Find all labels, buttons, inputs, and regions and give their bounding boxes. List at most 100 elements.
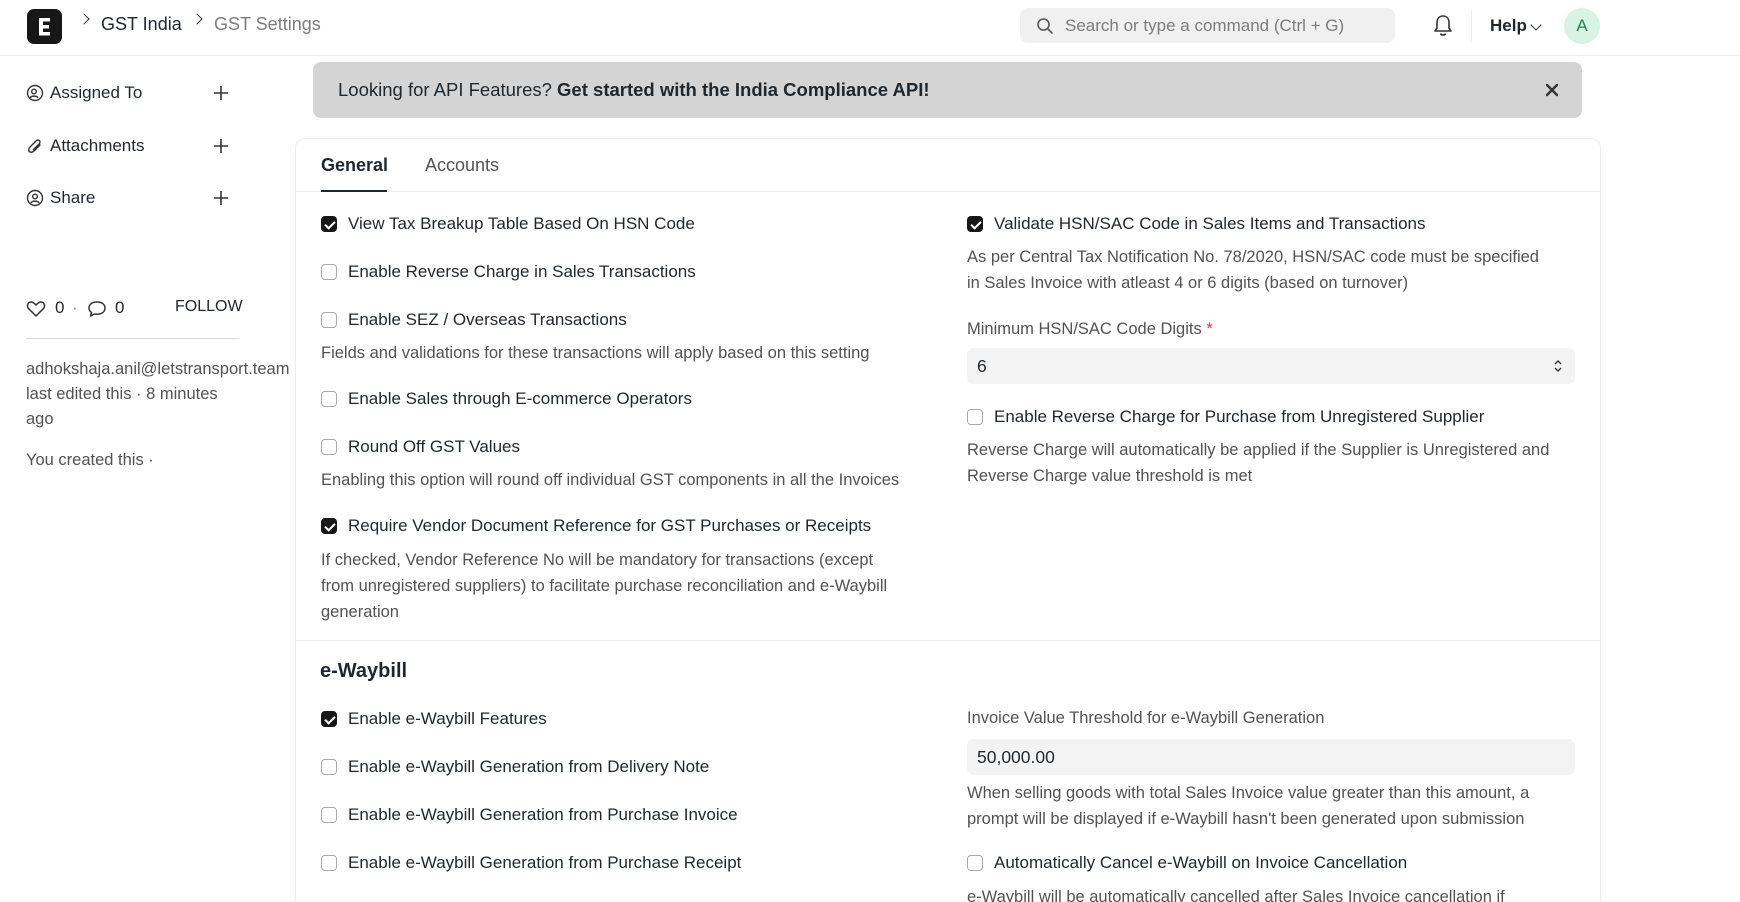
checkbox[interactable]: [321, 807, 337, 823]
assign-user-icon: [26, 84, 44, 102]
round-off-description: Enabling this option will round off indi…: [321, 471, 900, 489]
field-label-text: Minimum HSN/SAC Code Digits: [967, 320, 1202, 338]
notification-bell-icon[interactable]: [1432, 14, 1454, 38]
social-actions: 0 · 0 FOLLOW: [26, 297, 246, 323]
checkbox[interactable]: [321, 759, 337, 775]
checkbox-label: Round Off GST Values: [348, 437, 520, 456]
checkbox[interactable]: [967, 409, 983, 425]
description-line: generation: [321, 603, 399, 621]
required-indicator: *: [1206, 320, 1213, 338]
checkbox-label: Enable SEZ / Overseas Transactions: [348, 310, 627, 329]
description-line: in Sales Invoice with atleast 4 or 6 dig…: [967, 274, 1409, 292]
description-line: Reverse Charge value threshold is met: [967, 467, 1253, 485]
description-line: from unregistered suppliers) to facilita…: [321, 577, 888, 595]
checkbox-label: Enable e-Waybill Generation from Purchas…: [348, 853, 742, 872]
heart-icon[interactable]: [26, 300, 46, 318]
sez-description: Fields and validations for these transac…: [321, 344, 870, 362]
breadcrumb-chevron-icon: [191, 13, 203, 25]
breadcrumb-chevron-icon: [78, 13, 90, 25]
user-avatar[interactable]: A: [1564, 8, 1600, 44]
paperclip-icon: [27, 139, 41, 153]
editor-email[interactable]: adhokshaja.anil@letstransport.team: [26, 357, 296, 382]
chevron-down-icon: [1530, 19, 1542, 31]
select-updown-icon: [1554, 360, 1562, 372]
checkbox-label: Enable Sales through E-commerce Operator…: [348, 389, 692, 408]
description-line: Reverse Charge will automatically be app…: [967, 441, 1550, 459]
search-input[interactable]: Search or type a command (Ctrl + G): [1020, 8, 1395, 43]
breadcrumb-gst-india[interactable]: GST India: [101, 14, 182, 35]
checkbox[interactable]: [321, 216, 337, 232]
checkbox[interactable]: [321, 264, 337, 280]
sidebar-label: Attachments: [50, 136, 145, 155]
sidebar-attachments[interactable]: Attachments: [26, 133, 236, 163]
checkbox[interactable]: [967, 855, 983, 871]
checkbox[interactable]: [321, 312, 337, 328]
checkbox[interactable]: [321, 439, 337, 455]
checkbox-label: Enable e-Waybill Generation from Purchas…: [348, 805, 738, 824]
created-info: You created this ·: [26, 451, 154, 469]
description-line: If checked, Vendor Reference No will be …: [321, 551, 874, 569]
edited-time: last edited this · 8 minutes ago: [26, 385, 218, 428]
sidebar-assigned-to[interactable]: Assigned To: [26, 80, 236, 110]
search-placeholder: Search or type a command (Ctrl + G): [1065, 16, 1345, 35]
follow-button[interactable]: FOLLOW: [175, 298, 243, 316]
description-line: As per Central Tax Notification No. 78/2…: [967, 248, 1539, 266]
sidebar-label: Assigned To: [50, 83, 143, 102]
share-user-icon: [26, 189, 44, 207]
banner-lead: Looking for API Features?: [338, 79, 552, 100]
separator-dot: ·: [72, 298, 78, 317]
api-banner: Looking for API Features? Get started wi…: [313, 62, 1582, 118]
checkbox[interactable]: [321, 711, 337, 727]
checkbox[interactable]: [321, 518, 337, 534]
checkbox[interactable]: [321, 391, 337, 407]
section-title-ewaybill: e-Waybill: [320, 660, 408, 682]
min-hsn-digits-select[interactable]: 6: [967, 348, 1575, 384]
ewaybill-threshold-input[interactable]: 50,000.00: [967, 739, 1575, 775]
add-icon[interactable]: [211, 136, 231, 156]
sidebar-label: Share: [50, 188, 96, 207]
checkbox-label: Validate HSN/SAC Code in Sales Items and…: [994, 214, 1426, 233]
top-navbar: GST India GST Settings Search or type a …: [0, 0, 1740, 56]
checkbox-label: Enable Reverse Charge for Purchase from …: [994, 407, 1485, 426]
checkbox[interactable]: [967, 216, 983, 232]
auto-cancel-description: e-Waybill will be automatically cancelle…: [967, 888, 1505, 902]
checkbox[interactable]: [321, 855, 337, 871]
like-count: 0: [55, 298, 65, 317]
app-logo-icon: [39, 18, 50, 36]
input-value: 50,000.00: [977, 747, 1055, 767]
checkbox-label: View Tax Breakup Table Based On HSN Code: [348, 214, 695, 233]
checkbox-label: Enable e-Waybill Generation from Deliver…: [348, 757, 710, 776]
banner-cta-link[interactable]: Get started with the India Compliance AP…: [557, 79, 929, 100]
checkbox-label: Require Vendor Document Reference for GS…: [348, 516, 872, 535]
ewaybill-threshold-description: When selling goods with total Sales Invo…: [967, 780, 1529, 832]
checkbox-label: Automatically Cancel e-Waybill on Invoic…: [994, 853, 1408, 872]
help-menu[interactable]: Help: [1490, 16, 1527, 36]
tab-general[interactable]: General: [321, 155, 388, 176]
description-line: When selling goods with total Sales Invo…: [967, 784, 1530, 802]
select-value: 6: [977, 356, 987, 376]
vendor-reference-description: If checked, Vendor Reference No will be …: [321, 547, 887, 625]
tab-accounts[interactable]: Accounts: [425, 155, 499, 176]
section-divider: [296, 640, 1600, 641]
validate-hsn-description: As per Central Tax Notification No. 78/2…: [967, 244, 1539, 296]
banner-text: Looking for API Features? Get started wi…: [338, 79, 930, 101]
last-edited-info: adhokshaja.anil@letstransport.team last …: [26, 357, 296, 432]
ewaybill-threshold-label: Invoice Value Threshold for e-Waybill Ge…: [967, 709, 1325, 727]
search-icon: [1037, 18, 1053, 34]
breadcrumb-gst-settings[interactable]: GST Settings: [214, 14, 321, 35]
navbar-divider: [1471, 10, 1472, 42]
form-tabs: General Accounts: [296, 139, 1600, 192]
comment-icon[interactable]: [87, 300, 107, 318]
comment-count: 0: [115, 298, 125, 317]
sidebar-divider: [26, 338, 239, 339]
add-icon[interactable]: [211, 83, 231, 103]
checkbox-label: Enable Reverse Charge in Sales Transacti…: [348, 262, 696, 281]
min-hsn-digits-label: Minimum HSN/SAC Code Digits *: [967, 320, 1213, 339]
reverse-charge-purchase-description: Reverse Charge will automatically be app…: [967, 437, 1549, 489]
add-icon[interactable]: [211, 188, 231, 208]
app-logo[interactable]: [27, 9, 62, 44]
sidebar-share[interactable]: Share: [26, 185, 236, 215]
close-icon[interactable]: [1543, 81, 1561, 99]
checkbox-label: Enable e-Waybill Features: [348, 709, 547, 728]
active-tab-indicator: [321, 190, 387, 192]
